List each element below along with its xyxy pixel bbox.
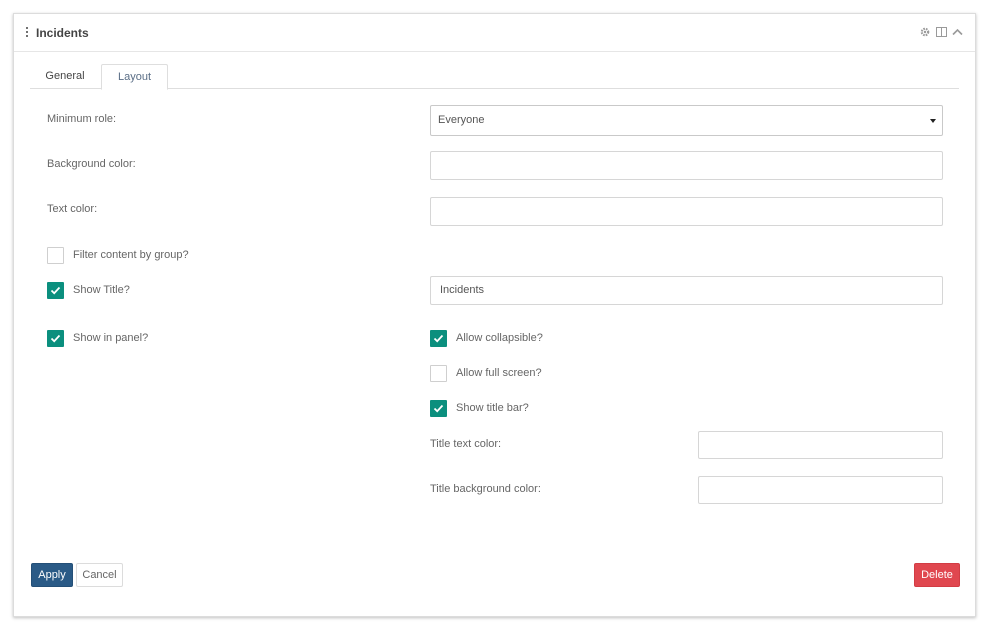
incidents-panel: Incidents General Layout Minimum role: E… — [13, 13, 976, 617]
title-background-color-label: Title background color: — [430, 483, 541, 495]
apply-button[interactable]: Apply — [31, 563, 73, 587]
chevron-up-icon[interactable] — [951, 26, 963, 38]
panel-title: Incidents — [36, 26, 89, 40]
gear-icon[interactable] — [919, 26, 931, 38]
allow-full-screen-label: Allow full screen? — [456, 367, 542, 379]
text-color-label: Text color: — [47, 203, 98, 215]
allow-collapsible-label: Allow collapsible? — [456, 332, 543, 344]
show-in-panel-label: Show in panel? — [73, 332, 149, 344]
drag-handle-icon[interactable] — [25, 27, 29, 39]
filter-by-group-checkbox[interactable] — [47, 247, 64, 264]
tab-layout[interactable]: Layout — [101, 64, 168, 90]
delete-button[interactable]: Delete — [914, 563, 960, 587]
check-icon — [50, 334, 61, 343]
show-title-checkbox[interactable] — [47, 282, 64, 299]
show-title-bar-checkbox[interactable] — [430, 400, 447, 417]
title-text-color-input[interactable] — [698, 431, 943, 459]
tab-bar: General Layout — [30, 64, 959, 90]
panel-header: Incidents — [14, 14, 975, 52]
fullscreen-icon[interactable] — [935, 26, 947, 38]
background-color-input[interactable] — [430, 151, 943, 180]
title-text-color-label: Title text color: — [430, 438, 502, 450]
caret-down-icon — [930, 119, 936, 123]
tab-general[interactable]: General — [40, 64, 90, 89]
check-icon — [433, 334, 444, 343]
background-color-label: Background color: — [47, 158, 136, 170]
show-title-label: Show Title? — [73, 284, 130, 296]
check-icon — [50, 286, 61, 295]
cancel-button[interactable]: Cancel — [76, 563, 123, 587]
filter-by-group-label: Filter content by group? — [73, 249, 189, 261]
minimum-role-value: Everyone — [438, 114, 485, 126]
panel-header-icons — [919, 26, 963, 38]
allow-full-screen-checkbox[interactable] — [430, 365, 447, 382]
minimum-role-select[interactable]: Everyone — [430, 105, 943, 136]
title-input[interactable]: Incidents — [430, 276, 943, 305]
show-title-bar-label: Show title bar? — [456, 402, 529, 414]
show-in-panel-checkbox[interactable] — [47, 330, 64, 347]
text-color-input[interactable] — [430, 197, 943, 226]
minimum-role-label: Minimum role: — [47, 113, 117, 125]
title-background-color-input[interactable] — [698, 476, 943, 504]
allow-collapsible-checkbox[interactable] — [430, 330, 447, 347]
check-icon — [433, 404, 444, 413]
